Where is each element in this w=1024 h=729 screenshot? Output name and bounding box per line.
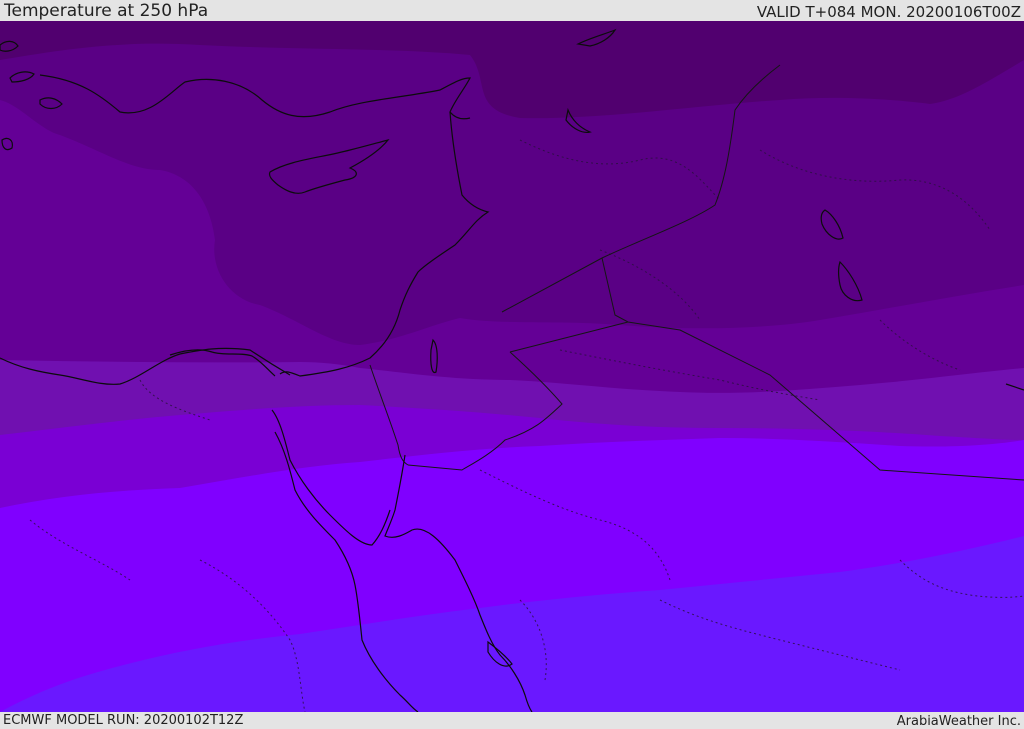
valid-time-label: VALID T+084 MON. 20200106T00Z: [756, 3, 1021, 21]
footer-bar: ECMWF MODEL RUN: 20200102T12Z ArabiaWeat…: [0, 712, 1024, 729]
model-run-label: ECMWF MODEL RUN: 20200102T12Z: [3, 713, 244, 728]
map-title: Temperature at 250 hPa: [4, 1, 209, 21]
weather-map[interactable]: [0, 21, 1024, 712]
map-canvas: [0, 21, 1024, 712]
header-bar: Temperature at 250 hPa VALID T+084 MON. …: [0, 0, 1024, 21]
credit-label: ArabiaWeather Inc.: [896, 714, 1021, 729]
